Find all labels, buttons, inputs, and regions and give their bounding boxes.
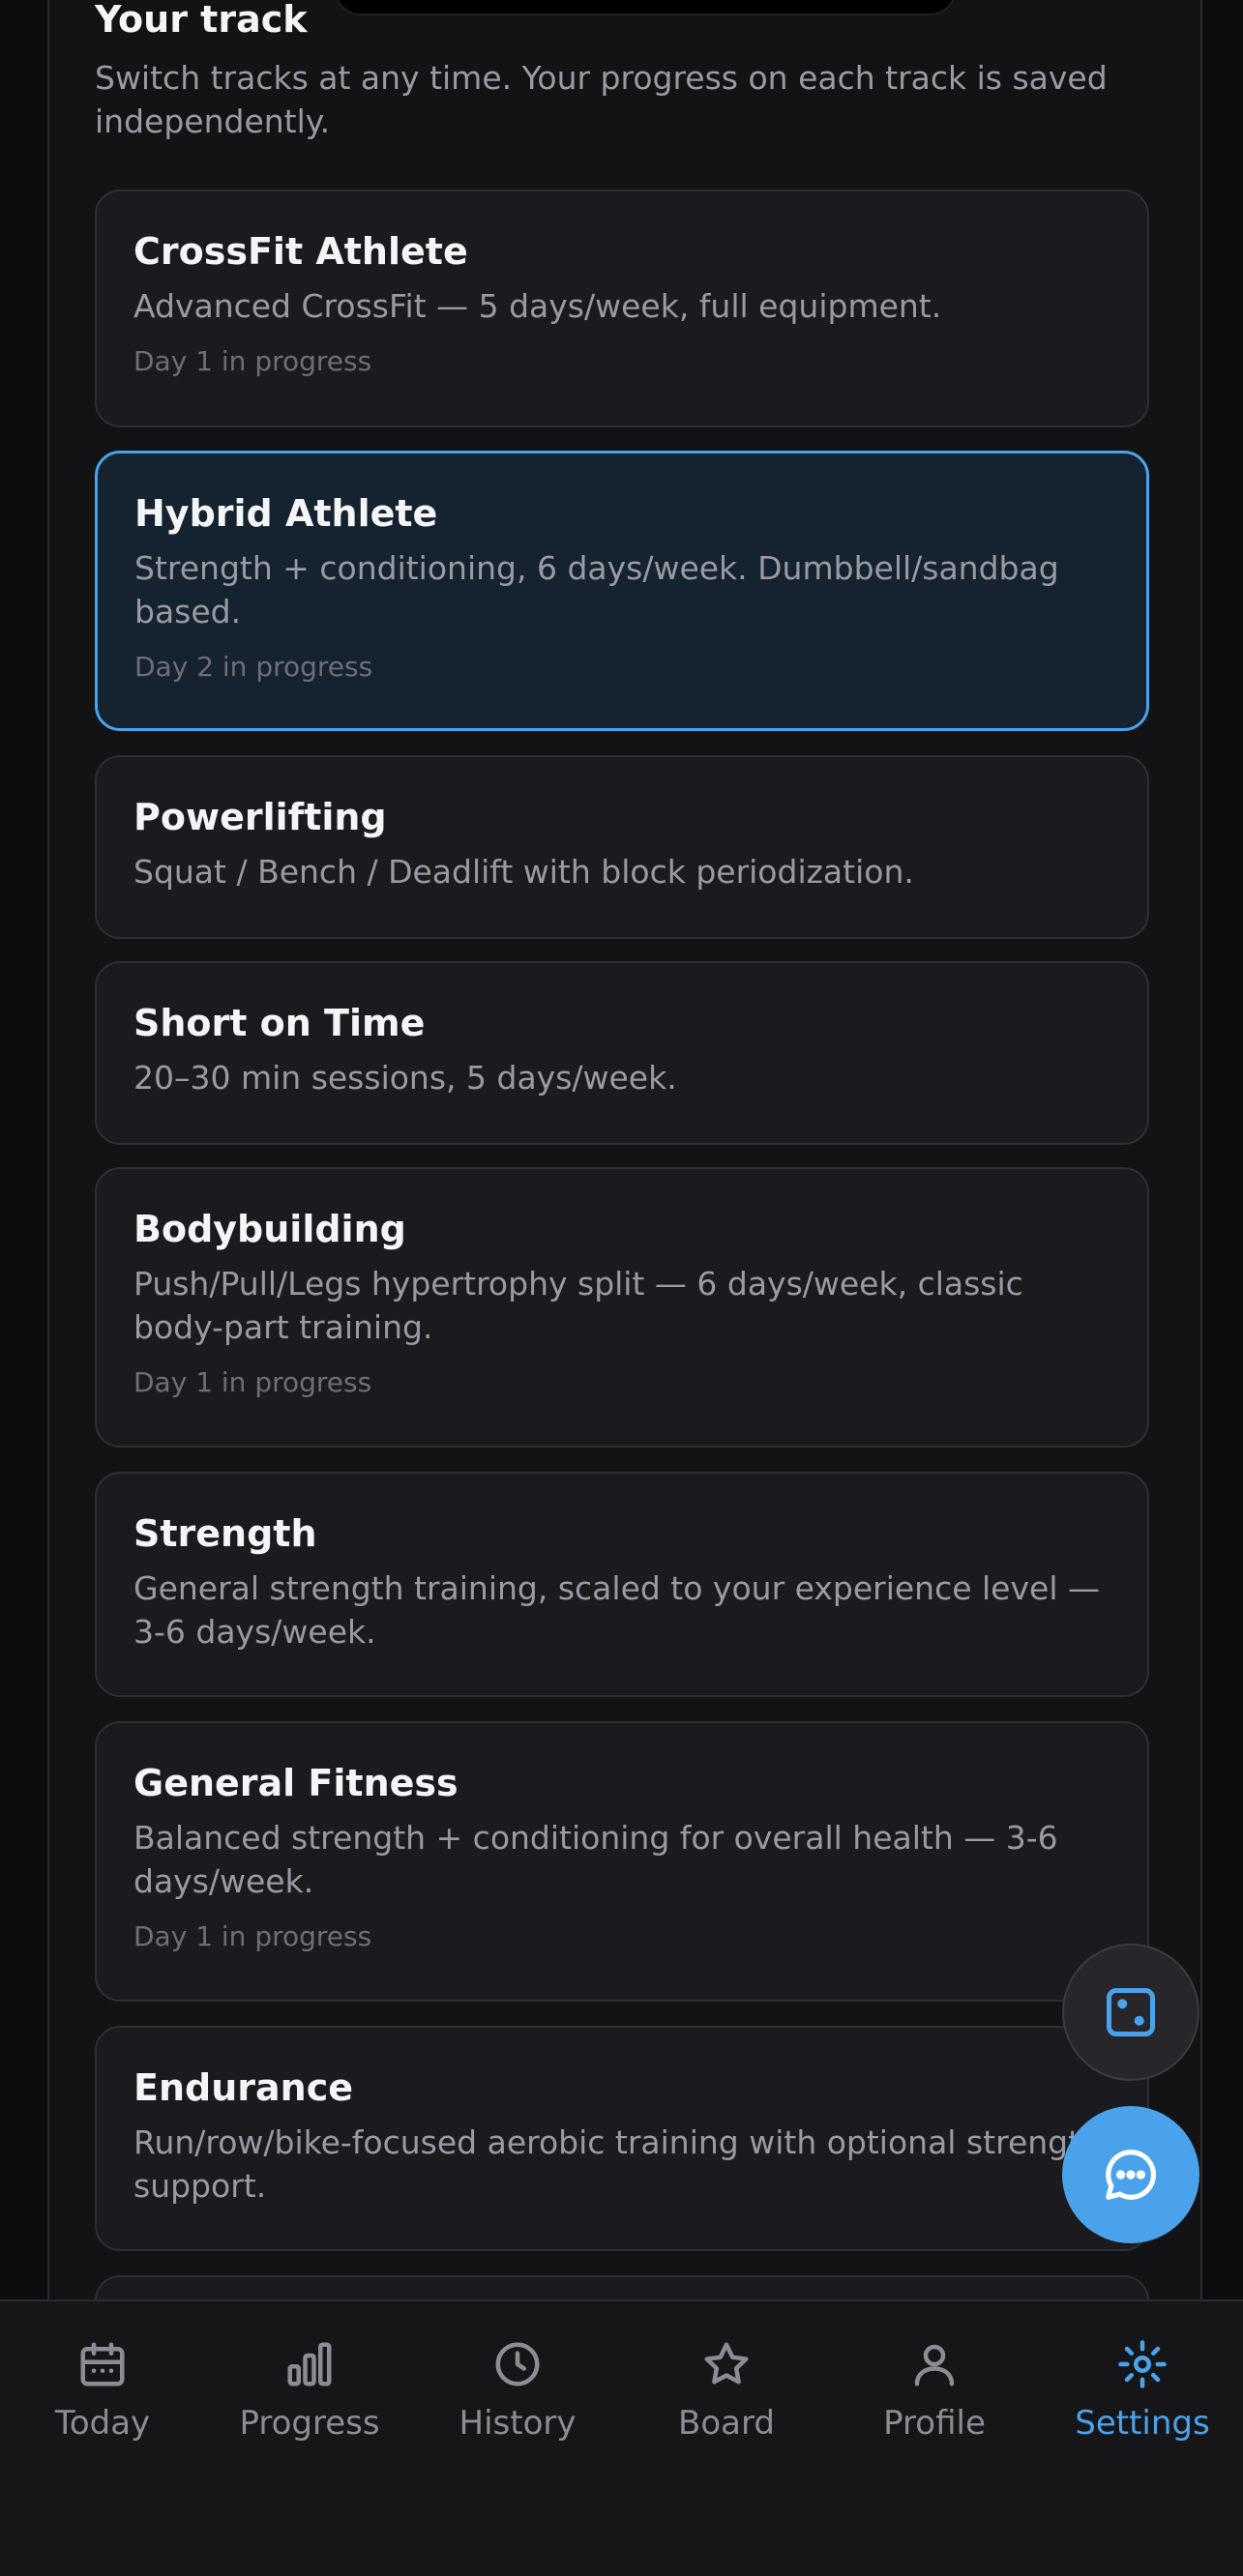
track-name: Bodybuilding xyxy=(133,1208,406,1250)
track-description: Advanced CrossFit — 5 days/week, full eq… xyxy=(133,287,942,325)
section-subtitle: Switch tracks at any time. Your progress… xyxy=(95,59,1108,140)
gear-icon xyxy=(1118,2340,1167,2388)
chat-button[interactable] xyxy=(1062,2106,1199,2243)
track-name: Hybrid Athlete xyxy=(134,492,438,535)
tab-label: Board xyxy=(678,2404,775,2443)
chat-bubble-icon xyxy=(1106,2150,1156,2200)
track-description: Strength + conditioning, 6 days/week. Du… xyxy=(134,549,1059,630)
track-name: Endurance xyxy=(133,2066,353,2109)
calendar-icon xyxy=(80,2342,125,2386)
track-progress: Day 1 in progress xyxy=(133,1366,372,1398)
track-progress: Day 1 in progress xyxy=(133,345,372,377)
user-icon xyxy=(914,2344,955,2386)
tab-label: Settings xyxy=(1075,2404,1210,2443)
track-card-powerlifting[interactable]: Powerlifting Squat / Bench / Deadlift wi… xyxy=(95,755,1149,939)
tab-board[interactable]: Board xyxy=(630,2338,823,2443)
tab-progress[interactable]: Progress xyxy=(213,2338,406,2443)
bottom-tab-bar: Today Progress History Board Profile Set… xyxy=(0,2299,1243,2576)
star-icon xyxy=(704,2342,749,2385)
tab-label: Profile xyxy=(883,2404,986,2443)
track-card-short-on-time[interactable]: Short on Time 20–30 min sessions, 5 days… xyxy=(95,961,1149,1145)
track-progress: Day 2 in progress xyxy=(134,651,373,683)
track-card-bodybuilding[interactable]: Bodybuilding Push/Pull/Legs hypertrophy … xyxy=(95,1167,1149,1448)
tab-label: Progress xyxy=(239,2404,380,2443)
track-name: Strength xyxy=(133,1512,317,1555)
track-name: Powerlifting xyxy=(133,796,387,838)
tab-history[interactable]: History xyxy=(421,2338,614,2443)
tab-today[interactable]: Today xyxy=(6,2338,199,2443)
track-name: CrossFit Athlete xyxy=(133,230,468,273)
bar-chart-icon xyxy=(287,2342,332,2386)
track-name: General Fitness xyxy=(133,1762,459,1804)
track-description: Squat / Bench / Deadlift with block peri… xyxy=(133,853,914,891)
track-card-general-fitness[interactable]: General Fitness Balanced strength + cond… xyxy=(95,1721,1149,2002)
dice-icon xyxy=(1107,1988,1155,2036)
track-card-endurance[interactable]: Endurance Run/row/bike-focused aerobic t… xyxy=(95,2026,1149,2251)
track-card-strength[interactable]: Strength General strength training, scal… xyxy=(95,1472,1149,1697)
section-title: Your track xyxy=(95,0,308,41)
track-progress: Day 1 in progress xyxy=(133,1920,372,1952)
track-name: Short on Time xyxy=(133,1002,426,1044)
track-description: Balanced strength + conditioning for ove… xyxy=(133,1819,1058,1900)
track-card-crossfit-athlete[interactable]: CrossFit Athlete Advanced CrossFit — 5 d… xyxy=(95,190,1149,427)
tab-profile[interactable]: Profile xyxy=(838,2338,1031,2443)
tab-label: History xyxy=(459,2404,577,2443)
tab-settings[interactable]: Settings xyxy=(1046,2338,1239,2443)
tab-label: Today xyxy=(54,2404,151,2443)
random-workout-button[interactable] xyxy=(1062,1944,1199,2081)
clock-icon xyxy=(495,2342,540,2386)
track-description: General strength training, scaled to you… xyxy=(133,1569,1100,1651)
track-description: Push/Pull/Legs hypertrophy split — 6 day… xyxy=(133,1265,1023,1346)
track-card-hybrid-athlete[interactable]: Hybrid Athlete Strength + conditioning, … xyxy=(95,451,1149,731)
track-description: Run/row/bike-focused aerobic training wi… xyxy=(133,2123,1101,2205)
dropdown-handle xyxy=(334,0,957,15)
track-description: 20–30 min sessions, 5 days/week. xyxy=(133,1059,677,1097)
